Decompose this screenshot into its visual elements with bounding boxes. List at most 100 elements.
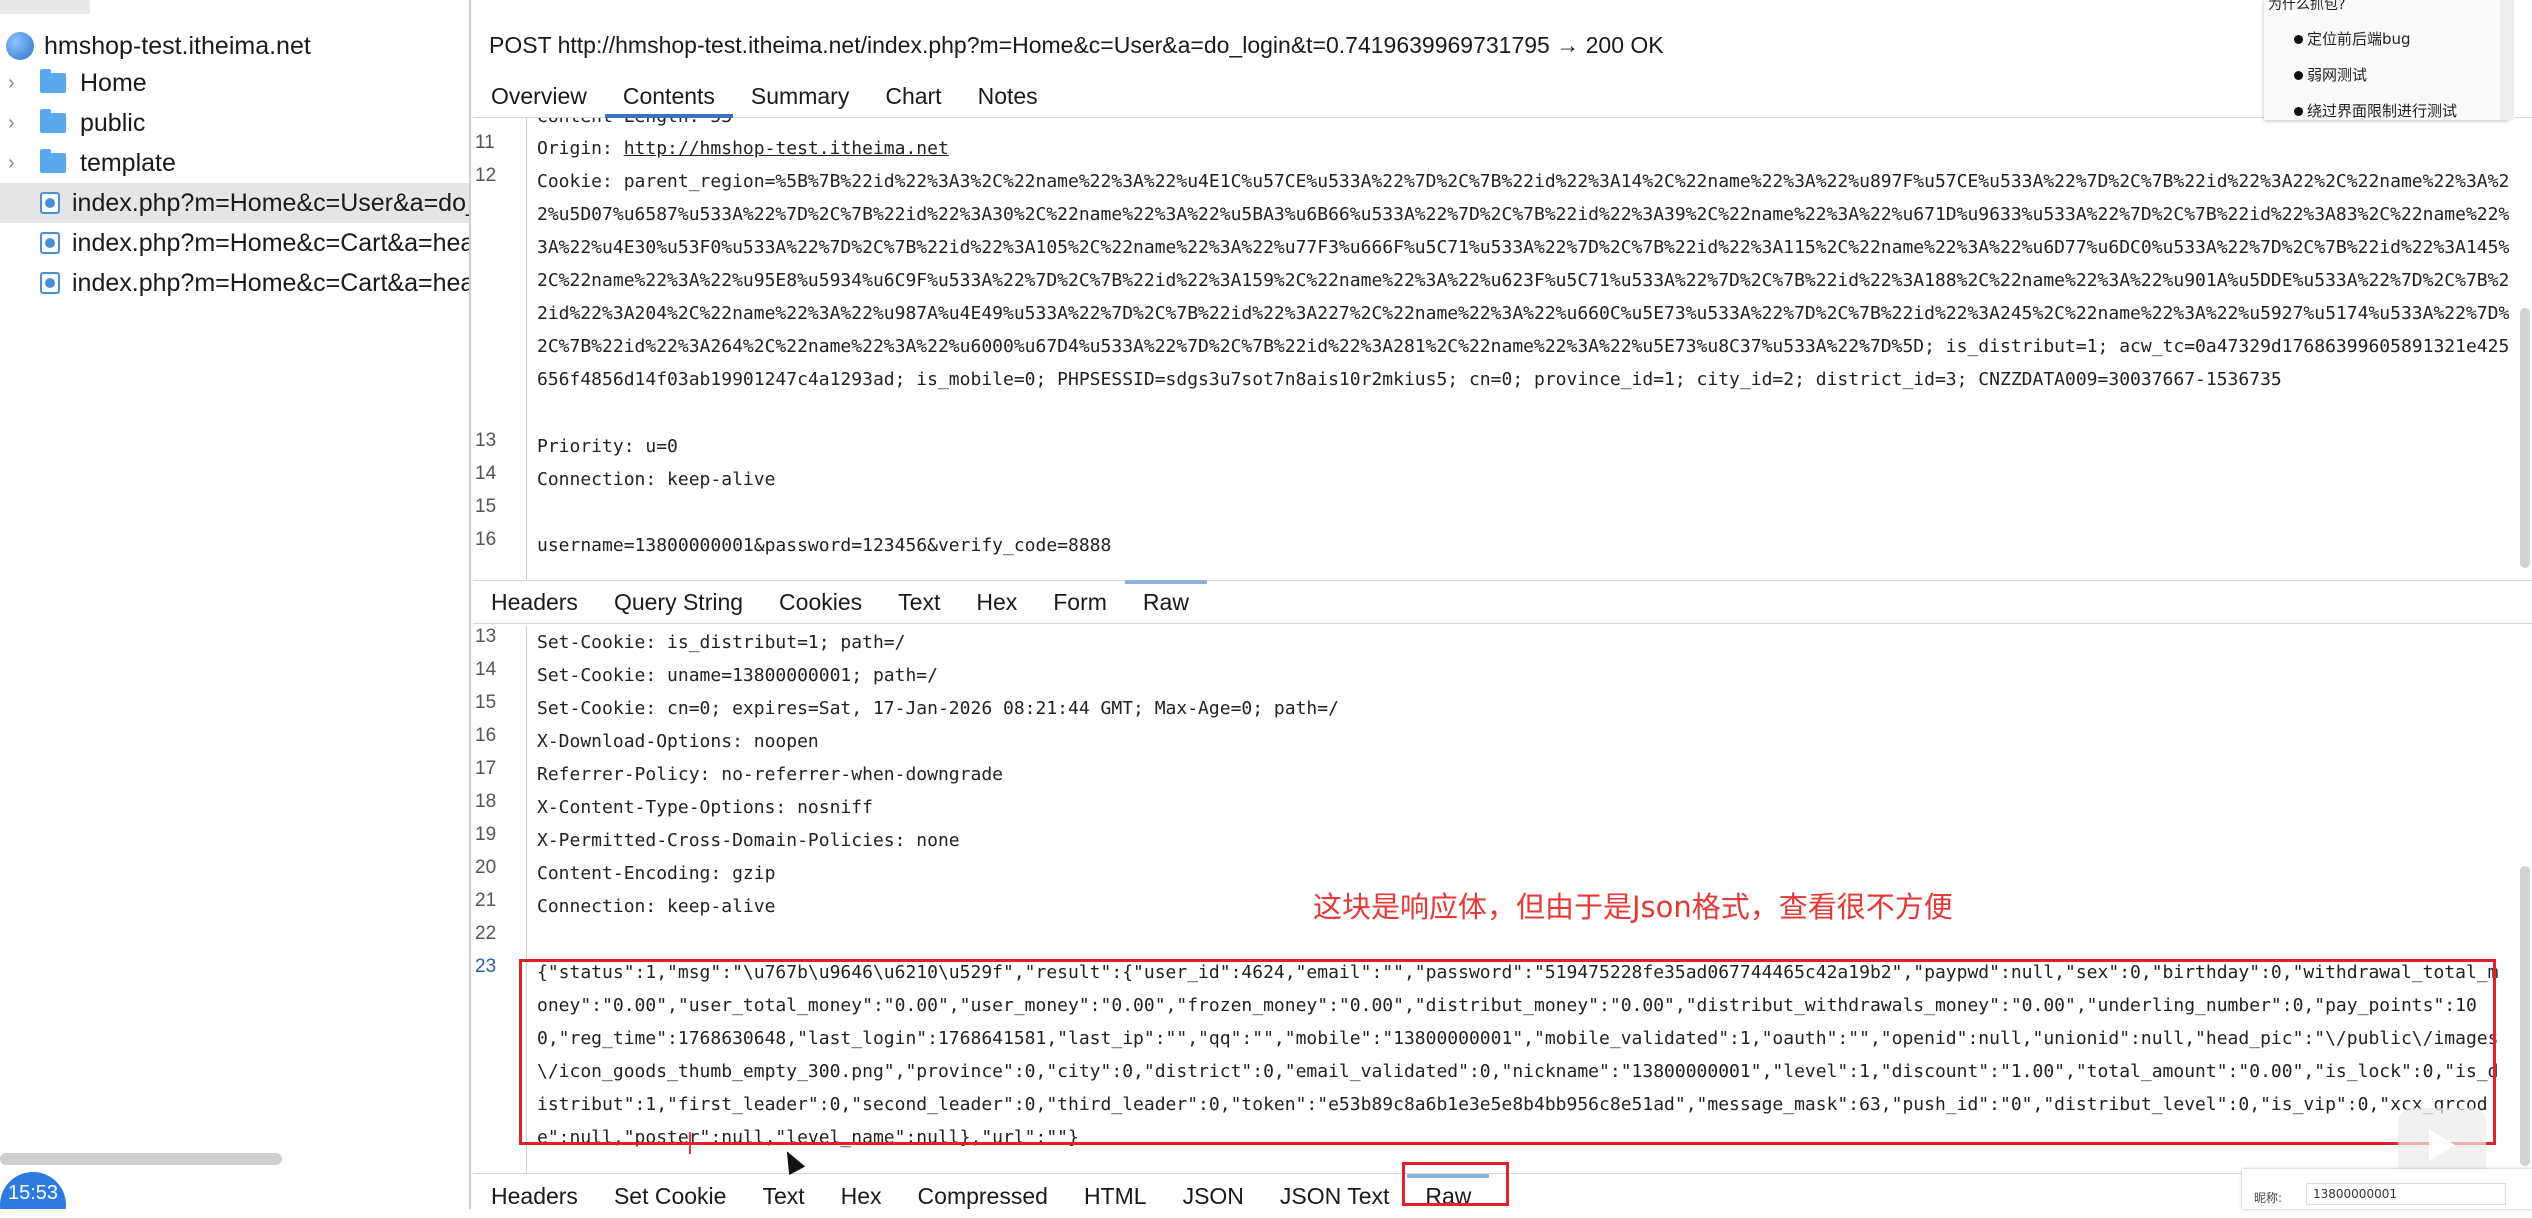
code-line: 12 Cookie: parent_region=%5B%7B%22id%22%…: [473, 165, 2513, 396]
tab-chart[interactable]: Chart: [867, 74, 959, 118]
request-raw-pane[interactable]: 10 Content-Length: 53 11 Origin: http://…: [473, 118, 2532, 580]
tab-req-cookies[interactable]: Cookies: [761, 580, 880, 624]
session-tree: hmshop-test.itheima.net › Home › public …: [0, 0, 471, 1209]
note-item-text: 绕过界面限制进行测试: [2307, 102, 2458, 120]
line-text: [527, 923, 537, 945]
line-text: X-Download-Options: noopen: [537, 731, 819, 752]
folder-label: template: [80, 148, 176, 177]
line-text: Set-Cookie: is_distribut=1; path=/: [537, 632, 906, 653]
code-line: 14 Connection: keep-alive: [473, 463, 2513, 496]
tree-folder-public[interactable]: › public: [0, 103, 469, 143]
tab-req-hex[interactable]: Hex: [958, 580, 1035, 624]
tab-req-query-string[interactable]: Query String: [596, 580, 761, 624]
tree-request-cart-header-2[interactable]: index.php?m=Home&c=Cart&a=heade: [0, 263, 471, 303]
line-text: Content-Encoding: gzip: [537, 863, 776, 884]
line-text: Referrer-Policy: no-referrer-when-downgr…: [537, 764, 1003, 785]
tab-notes[interactable]: Notes: [960, 74, 1056, 118]
line-number: 14: [475, 463, 497, 484]
line-number: 22: [475, 923, 497, 944]
code-line: 15 Set-Cookie: cn=0; expires=Sat, 17-Jan…: [473, 692, 2513, 725]
notes-title: 为什么抓包?: [2268, 0, 2346, 13]
folder-icon: [40, 69, 66, 93]
tab-req-headers[interactable]: Headers: [473, 580, 596, 624]
code-line: 15: [473, 496, 2513, 518]
line-text: X-Content-Type-Options: nosniff: [537, 797, 873, 818]
line-number: 16: [475, 529, 497, 550]
tab-res-headers[interactable]: Headers: [473, 1174, 596, 1218]
request-icon: [40, 192, 60, 214]
code-line: 13 Priority: u=0: [473, 430, 2513, 463]
response-vertical-scrollbar[interactable]: [2520, 866, 2530, 1166]
code-line: 17 Referrer-Policy: no-referrer-when-dow…: [473, 758, 2513, 791]
line-text: [527, 496, 537, 518]
folder-icon: [40, 149, 66, 173]
note-item: 定位前后端bug: [2294, 28, 2411, 49]
chevron-right-icon[interactable]: ›: [8, 152, 30, 175]
tree-request-do-login[interactable]: index.php?m=Home&c=User&a=do_lo: [0, 183, 469, 223]
origin-link[interactable]: http://hmshop-test.itheima.net: [624, 138, 949, 159]
clock-badge: 15:53: [0, 1172, 66, 1209]
tree-request-cart-header-1[interactable]: index.php?m=Home&c=Cart&a=heade: [0, 223, 471, 263]
request-label: index.php?m=Home&c=Cart&a=heade: [72, 268, 471, 297]
bullet-icon: [2294, 107, 2303, 116]
note-item-text: 定位前后端bug: [2307, 30, 2411, 48]
line-text: Connection: keep-alive: [537, 896, 776, 917]
line-number: 14: [475, 659, 497, 680]
chevron-right-icon[interactable]: ›: [8, 72, 30, 95]
folder-icon: [40, 109, 66, 133]
code-line: 13 Set-Cookie: is_distribut=1; path=/: [473, 626, 2513, 659]
line-number: 19: [475, 824, 497, 845]
line-number: 16: [475, 725, 497, 746]
tab-req-form[interactable]: Form: [1035, 580, 1125, 624]
tab-res-json-text[interactable]: JSON Text: [1262, 1174, 1408, 1218]
tab-contents[interactable]: Contents: [604, 74, 733, 118]
request-vertical-scrollbar[interactable]: [2520, 308, 2530, 568]
tree-folder-template[interactable]: › template: [0, 143, 469, 183]
code-line: 11 Origin: http://hmshop-test.itheima.ne…: [473, 132, 2513, 165]
line-number: 13: [475, 430, 497, 451]
line-text: X-Permitted-Cross-Domain-Policies: none: [537, 830, 960, 851]
nickname-field[interactable]: 13800000001: [2306, 1183, 2506, 1205]
code-line: 16 X-Download-Options: noopen: [473, 725, 2513, 758]
tab-summary[interactable]: Summary: [733, 74, 867, 118]
nickname-mini-form: 昵称: 13800000001: [2242, 1169, 2532, 1209]
top-tabbar: Overview Contents Summary Chart Notes: [473, 74, 2532, 118]
cookie-text: Cookie: parent_region=%5B%7B%22id%22%3A3…: [537, 171, 2510, 390]
code-line: 19 X-Permitted-Cross-Domain-Policies: no…: [473, 824, 2513, 857]
tree-host-node[interactable]: hmshop-test.itheima.net: [0, 26, 469, 66]
tab-res-hex[interactable]: Hex: [823, 1174, 900, 1218]
note-item-text: 弱网测试: [2307, 66, 2368, 84]
host-label: hmshop-test.itheima.net: [44, 31, 311, 60]
line-number: 17: [475, 758, 497, 779]
tab-overview[interactable]: Overview: [473, 74, 605, 118]
line-number: 13: [475, 626, 497, 647]
tab-res-compressed[interactable]: Compressed: [900, 1174, 1066, 1218]
code-line: 18 X-Content-Type-Options: nosniff: [473, 791, 2513, 824]
notes-scrollbar[interactable]: [2500, 0, 2514, 120]
text-caret: [689, 1132, 691, 1154]
response-body-highlight-box: [519, 959, 2496, 1145]
chevron-right-icon[interactable]: ›: [8, 112, 30, 135]
request-title: POST http://hmshop-test.itheima.net/inde…: [489, 32, 1664, 58]
bullet-icon: [2294, 71, 2303, 80]
annotation-text: 这块是响应体，但由于是Json格式，查看很不方便: [1313, 890, 1953, 924]
line-number: 11: [475, 132, 495, 153]
tab-req-raw[interactable]: Raw: [1124, 580, 1207, 624]
tab-res-html[interactable]: HTML: [1066, 1174, 1165, 1218]
request-inspector-tabbar: Headers Query String Cookies Text Hex Fo…: [473, 580, 2532, 624]
tree-folder-home[interactable]: › Home: [0, 63, 469, 103]
request-label: index.php?m=Home&c=Cart&a=heade: [72, 228, 471, 257]
request-icon: [40, 232, 60, 254]
tab-res-text[interactable]: Text: [744, 1174, 822, 1218]
tree-horizontal-scrollbar[interactable]: [0, 1153, 282, 1165]
tab-res-set-cookie[interactable]: Set Cookie: [596, 1174, 745, 1218]
bullet-icon: [2294, 35, 2303, 44]
code-line: 16 username=13800000001&password=123456&…: [473, 529, 2513, 562]
globe-icon: [6, 32, 34, 60]
tab-res-json[interactable]: JSON: [1165, 1174, 1262, 1218]
request-icon: [40, 272, 60, 294]
play-icon: [2429, 1129, 2455, 1161]
line-number: 10: [473, 118, 527, 133]
tab-req-text[interactable]: Text: [880, 580, 958, 624]
clock-text: 15:53: [7, 1181, 59, 1204]
